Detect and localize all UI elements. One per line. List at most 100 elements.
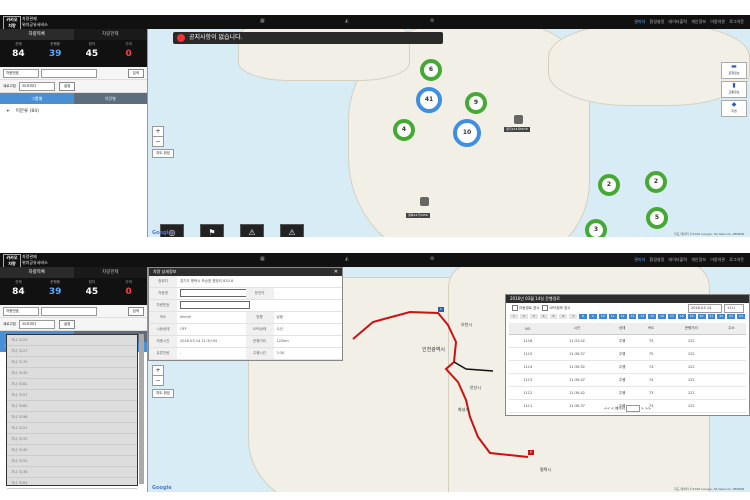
vehicle-list-item[interactable]: 가나 3121 <box>7 423 137 434</box>
zoom-out-button[interactable]: − <box>152 136 164 147</box>
pager-next[interactable]: > >> <box>641 407 651 411</box>
vehicle-cluster[interactable]: 5 <box>646 207 668 229</box>
top-link-admin[interactable]: 관리자 <box>634 257 645 262</box>
vehicle-list[interactable]: 가나 3123 가나 3127 가나 3170 가나 3145 가나 3182 가나 31… <box>6 334 138 489</box>
table-row[interactable]: 1114 11:30:52 주행 74 122 <box>509 360 746 374</box>
search-type-select[interactable]: 차량번호 <box>3 306 39 316</box>
date-input[interactable]: 2016-03-14 <box>688 303 722 313</box>
hour-cell[interactable]: 22 <box>716 313 727 320</box>
hour-cell[interactable]: 17 <box>667 313 677 320</box>
vehicle-pin-icon[interactable] <box>514 115 523 124</box>
top-link-export[interactable]: 데이터출력 <box>669 257 687 262</box>
vehicle-list-item[interactable]: 가나 3150 <box>7 456 137 467</box>
zoom-out-button[interactable]: − <box>152 375 164 386</box>
vehicle-list-item[interactable]: 가나 3123 <box>7 335 137 346</box>
top-link-logout[interactable]: 로그아웃 <box>729 257 744 262</box>
top-link-terms[interactable]: 이용약관 <box>710 257 725 262</box>
search-input[interactable] <box>41 306 97 316</box>
tab-vehicle-list[interactable]: 차량목록 <box>0 29 74 40</box>
map-type-toggle[interactable]: 지도 위성 <box>152 149 174 158</box>
hour-cell[interactable]: 4 <box>538 313 549 320</box>
top-link-settings[interactable]: 환경설정 <box>650 257 665 262</box>
tab-vehicle-list[interactable]: 차량목록 <box>0 267 74 278</box>
hour-cell[interactable]: 18 <box>676 313 687 320</box>
settings-icon[interactable]: ⚙ <box>430 18 434 24</box>
refresh-apply-button[interactable]: 설정 <box>58 319 76 329</box>
hour-cell[interactable]: 20 <box>696 313 707 320</box>
top-link-privacy[interactable]: 개인정보 <box>691 257 706 262</box>
hour-cell[interactable]: 12 <box>617 313 628 320</box>
tree-root-label[interactable]: 미분류 (84) <box>16 109 39 114</box>
hour-cell[interactable]: 21 <box>706 313 717 320</box>
gps-checkbox[interactable] <box>542 305 549 311</box>
vehicle-list-item[interactable]: 가나 3133 <box>7 434 137 445</box>
hour-cell[interactable]: 7 <box>568 313 579 320</box>
map-type-toggle[interactable]: 지도 위성 <box>152 389 174 398</box>
hour-cell[interactable]: 10 <box>597 313 608 320</box>
vehicle-list-item[interactable]: 가나 3198 <box>7 412 137 423</box>
vehicle-cluster[interactable]: 2 <box>645 171 667 193</box>
hour-cell[interactable]: 1 <box>509 313 519 320</box>
vehicle-list-item[interactable]: 가나 3157 <box>7 390 137 401</box>
vehicle-list-scrollbar[interactable] <box>139 334 144 484</box>
vehicle-list-item[interactable]: 가나 3182 <box>7 379 137 390</box>
hour-cell[interactable]: 11 <box>607 313 618 320</box>
search-type-select[interactable]: 차량번호 <box>3 68 39 78</box>
vehicle-cluster[interactable]: 2 <box>598 174 620 196</box>
expand-icon[interactable]: + <box>6 109 10 114</box>
nearby-button[interactable]: ◆ 주변 <box>721 100 747 117</box>
hour-cell[interactable]: 3 <box>528 313 539 320</box>
vehicle-list-item[interactable]: 가나 3138 <box>7 467 137 478</box>
warning-icon[interactable]: ⚠ <box>240 224 264 237</box>
hour-select[interactable]: 11시 <box>724 303 744 313</box>
vehicle-cluster[interactable]: 3 <box>585 219 607 237</box>
table-row[interactable]: 1116 11:31:02 주행 75 122 <box>509 334 746 348</box>
map-view[interactable]: S E 인천광역시 안산시 화성시 평택시 부천시 차량 상세정보 ✕ 현위치 경기… <box>148 267 750 492</box>
page-input[interactable] <box>625 405 640 412</box>
hour-cell[interactable]: 23 <box>726 313 737 320</box>
table-row[interactable]: 1113 11:30:47 주행 74 122 <box>509 373 746 387</box>
top-link-settings[interactable]: 환경설정 <box>650 19 665 24</box>
top-link-export[interactable]: 데이터출력 <box>669 19 687 24</box>
tab-vehicle-control[interactable]: 차량관제 <box>74 267 148 278</box>
vehicle-cluster[interactable]: 10 <box>453 119 481 147</box>
hour-cell[interactable]: 19 <box>686 313 697 320</box>
vehicle-list-item[interactable]: 가나 3127 <box>7 346 137 357</box>
pager-prev[interactable]: << < <box>604 407 614 411</box>
search-button[interactable]: 검색 <box>127 68 144 78</box>
search-input[interactable] <box>41 68 97 78</box>
vehicle-cluster[interactable]: 4 <box>393 119 415 141</box>
close-icon[interactable]: ✕ <box>334 268 338 276</box>
vehicle-list-item[interactable]: 가나 3145 <box>7 445 137 456</box>
driving-info-button[interactable]: ▬ 운행정보 <box>721 62 747 79</box>
refresh-apply-button[interactable]: 설정 <box>58 81 76 91</box>
settings-icon[interactable]: ⚙ <box>430 256 434 262</box>
vehicle-list-item[interactable]: 가나 3164 <box>7 478 137 489</box>
map-view[interactable]: 공지사항이 없습니다. 6 41 9 4 10 2 2 5 3 경기123사56… <box>148 29 750 237</box>
refresh-select[interactable]: 30초마다 <box>18 319 55 329</box>
route-icon[interactable]: ◭ <box>345 256 349 262</box>
monitor-icon[interactable]: ▦ <box>260 18 265 24</box>
table-row[interactable]: 1112 11:30:42 주행 73 122 <box>509 386 746 400</box>
tab-by-vehicle[interactable]: 차량별 <box>73 93 147 104</box>
search-button[interactable]: 검색 <box>127 306 144 316</box>
vehicle-cluster[interactable]: 6 <box>420 59 442 81</box>
vehicle-alert-icon[interactable]: ⚑ <box>200 224 224 237</box>
route-icon[interactable]: ◭ <box>345 18 349 24</box>
hour-cell[interactable]: 16 <box>657 313 667 320</box>
top-link-terms[interactable]: 이용약관 <box>710 19 725 24</box>
hour-cell[interactable]: 6 <box>558 313 569 320</box>
hour-cell[interactable]: 24 <box>736 313 746 320</box>
hour-cell[interactable]: 14 <box>637 313 648 320</box>
vehicle-cluster[interactable]: 41 <box>416 87 442 113</box>
vehicle-list-item[interactable]: 가나 3145 <box>7 368 137 379</box>
vehicle-list-item[interactable]: 가나 3170 <box>7 357 137 368</box>
refresh-select[interactable]: 30초마다 <box>18 81 55 91</box>
truck-warning-icon[interactable]: ⚠ <box>280 224 304 237</box>
start-marker[interactable]: S <box>438 307 444 312</box>
vehicle-pin-icon[interactable] <box>420 197 429 206</box>
route-checkbox[interactable] <box>512 305 518 311</box>
hour-cell[interactable]: 13 <box>627 313 638 320</box>
traffic-info-button[interactable]: ▮ 교통정보 <box>721 81 747 98</box>
tab-by-group[interactable]: 그룹별 <box>0 93 74 104</box>
